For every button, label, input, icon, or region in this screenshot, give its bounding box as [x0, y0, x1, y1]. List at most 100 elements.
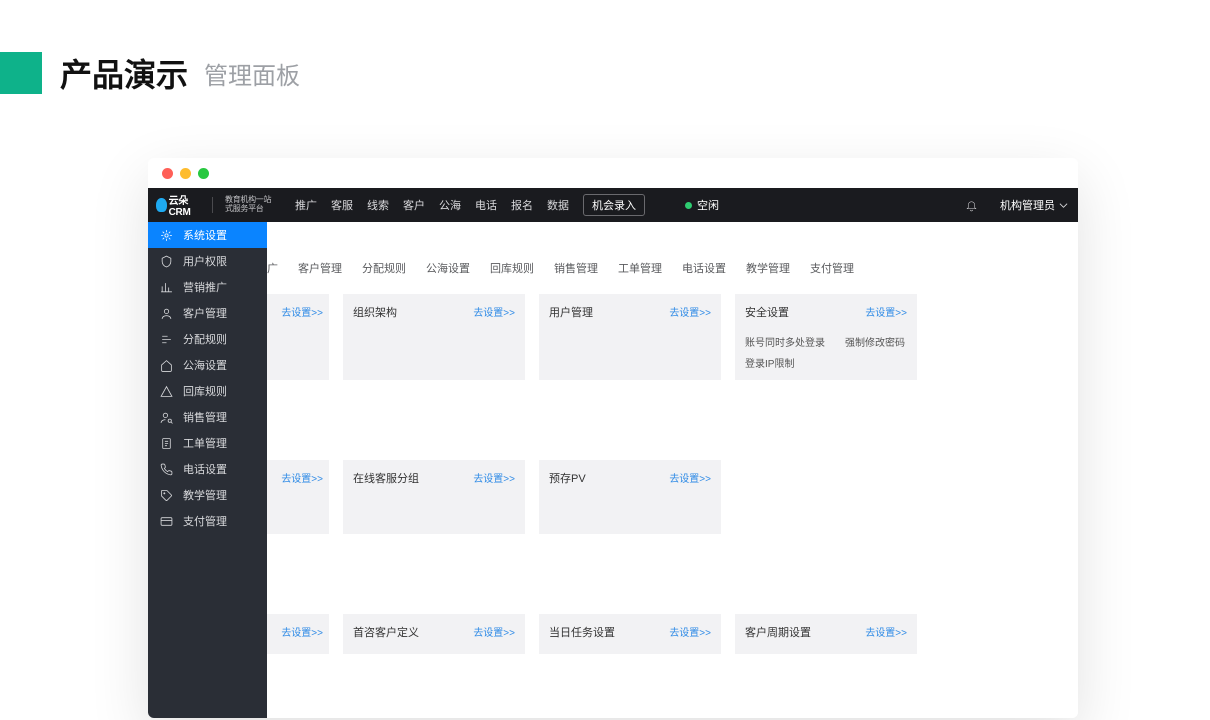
logo[interactable]: 云朵CRM 教育机构一站式服务平台 — [148, 196, 285, 214]
setting-card-user-management: 用户管理 去设置>> — [539, 294, 721, 380]
cards-area: 去设置>> 组织架构 去设置>> 用户管理 去设置>> 安全设置 去设置>> — [267, 280, 1078, 654]
close-dot-icon[interactable] — [162, 168, 173, 179]
sidebar-label: 销售管理 — [183, 409, 227, 425]
tab-return[interactable]: 回库规则 — [482, 256, 542, 280]
doc-icon — [160, 437, 173, 450]
tab-partial[interactable]: 广 — [267, 256, 286, 280]
tab-publicpool[interactable]: 公海设置 — [418, 256, 478, 280]
nav-shuju[interactable]: 数据 — [547, 197, 569, 213]
phone-icon — [160, 463, 173, 476]
tab-payment[interactable]: 支付管理 — [802, 256, 862, 280]
sidebar-item-marketing[interactable]: 营销推广 — [148, 274, 267, 300]
go-setting-link[interactable]: 去设置>> — [865, 304, 907, 319]
body-area: 系统设置 用户权限 营销推广 客户管理 分配规则 公海设置 — [148, 222, 1078, 718]
go-setting-link[interactable]: 去设置>> — [669, 304, 711, 319]
tab-distribution[interactable]: 分配规则 — [354, 256, 414, 280]
nav-kehu[interactable]: 客户 — [403, 197, 425, 213]
card-title: 安全设置 — [745, 307, 789, 319]
tab-customer[interactable]: 客户管理 — [290, 256, 350, 280]
card-item[interactable]: 账号同时多处登录 — [745, 334, 825, 349]
setting-card-customer-cycle: 客户周期设置 去设置>> — [735, 614, 917, 654]
setting-card-partial: 去设置>> — [267, 614, 329, 654]
sidebar-item-teaching-management[interactable]: 教学管理 — [148, 482, 267, 508]
setting-card-daily-task: 当日任务设置 去设置>> — [539, 614, 721, 654]
card-items: 账号同时多处登录 强制修改密码 登录IP限制 — [745, 334, 907, 370]
green-accent-bar — [0, 52, 42, 94]
top-nav: 推广 客服 线索 客户 公海 电话 报名 数据 — [295, 197, 569, 213]
go-setting-link[interactable]: 去设置>> — [473, 470, 515, 485]
go-setting-link[interactable]: 去设置>> — [669, 470, 711, 485]
tab-phone[interactable]: 电话设置 — [674, 256, 734, 280]
page-title-main: 产品演示 — [60, 50, 188, 96]
nav-xiansuo[interactable]: 线索 — [367, 197, 389, 213]
sidebar-label: 分配规则 — [183, 331, 227, 347]
go-setting-link[interactable]: 去设置>> — [865, 624, 907, 639]
sidebar-label: 公海设置 — [183, 357, 227, 373]
go-setting-link[interactable]: 去设置>> — [473, 624, 515, 639]
sidebar-item-user-permissions[interactable]: 用户权限 — [148, 248, 267, 274]
sidebar-item-customer-management[interactable]: 客户管理 — [148, 300, 267, 326]
go-setting-link[interactable]: 去设置>> — [473, 304, 515, 319]
sidebar-item-payment-management[interactable]: 支付管理 — [148, 508, 267, 534]
sidebar-label: 营销推广 — [183, 279, 227, 295]
go-setting-link[interactable]: 去设置>> — [281, 304, 323, 319]
page-heading: 产品演示 管理面板 — [0, 0, 1210, 96]
nav-baoming[interactable]: 报名 — [511, 197, 533, 213]
status-text: 空闲 — [697, 197, 719, 213]
settings-icon — [160, 229, 173, 242]
sidebar-label: 教学管理 — [183, 487, 227, 503]
card-item[interactable]: 登录IP限制 — [745, 355, 794, 370]
sidebar-item-ticket-management[interactable]: 工单管理 — [148, 430, 267, 456]
card-title: 首咨客户定义 — [353, 627, 419, 639]
card-title: 组织架构 — [353, 307, 397, 319]
logo-divider — [212, 197, 213, 213]
nav-gonghai[interactable]: 公海 — [439, 197, 461, 213]
tab-teaching[interactable]: 教学管理 — [738, 256, 798, 280]
setting-card-online-service-group: 在线客服分组 去设置>> — [343, 460, 525, 534]
go-setting-link[interactable]: 去设置>> — [281, 470, 323, 485]
search-user-icon — [160, 411, 173, 424]
nav-dianhua[interactable]: 电话 — [475, 197, 497, 213]
card-item[interactable]: 强制修改密码 — [845, 334, 905, 349]
sidebar-label: 用户权限 — [183, 253, 227, 269]
bell-icon[interactable] — [965, 199, 978, 212]
sidebar-item-distribution-rules[interactable]: 分配规则 — [148, 326, 267, 352]
logo-mark-icon: 云朵CRM — [156, 196, 200, 214]
chart-icon — [160, 281, 173, 294]
sidebar-label: 回库规则 — [183, 383, 227, 399]
sidebar-item-system-settings[interactable]: 系统设置 — [148, 222, 267, 248]
top-bar: 云朵CRM 教育机构一站式服务平台 推广 客服 线索 客户 公海 电话 报名 数… — [148, 188, 1078, 222]
sidebar-label: 客户管理 — [183, 305, 227, 321]
tabs-row: 广 客户管理 分配规则 公海设置 回库规则 销售管理 工单管理 电话设置 教学管… — [267, 246, 1078, 280]
logo-tagline: 教育机构一站式服务平台 — [225, 196, 275, 214]
setting-card-partial: 去设置>> — [267, 460, 329, 534]
minimize-dot-icon[interactable] — [180, 168, 191, 179]
cards-row-2: 去设置>> 在线客服分组 去设置>> 预存PV 去设置>> — [267, 460, 1078, 534]
tag-icon — [160, 489, 173, 502]
tab-ticket[interactable]: 工单管理 — [610, 256, 670, 280]
tab-sales[interactable]: 销售管理 — [546, 256, 606, 280]
sidebar-item-sales-management[interactable]: 销售管理 — [148, 404, 267, 430]
sidebar-label: 工单管理 — [183, 435, 227, 451]
page-title-sub: 管理面板 — [204, 56, 300, 91]
sidebar-item-phone-settings[interactable]: 电话设置 — [148, 456, 267, 482]
sidebar-item-public-pool[interactable]: 公海设置 — [148, 352, 267, 378]
setting-card-first-consultation: 首咨客户定义 去设置>> — [343, 614, 525, 654]
go-setting-link[interactable]: 去设置>> — [281, 624, 323, 639]
status-indicator: 空闲 — [685, 197, 719, 213]
content-area: 广 客户管理 分配规则 公海设置 回库规则 销售管理 工单管理 电话设置 教学管… — [267, 222, 1078, 718]
nav-kefu[interactable]: 客服 — [331, 197, 353, 213]
maximize-dot-icon[interactable] — [198, 168, 209, 179]
setting-card-org-structure: 组织架构 去设置>> — [343, 294, 525, 380]
app-window: 云朵CRM 教育机构一站式服务平台 推广 客服 线索 客户 公海 电话 报名 数… — [148, 158, 1078, 718]
sidebar-item-return-rules[interactable]: 回库规则 — [148, 378, 267, 404]
go-setting-link[interactable]: 去设置>> — [669, 624, 711, 639]
card-icon — [160, 515, 173, 528]
nav-tuiguang[interactable]: 推广 — [295, 197, 317, 213]
home-icon — [160, 359, 173, 372]
user-menu[interactable]: 机构管理员 — [1000, 197, 1068, 213]
user-icon — [160, 307, 173, 320]
opportunity-record-button[interactable]: 机会录入 — [583, 194, 645, 216]
card-title: 当日任务设置 — [549, 627, 615, 639]
flow-icon — [160, 333, 173, 346]
